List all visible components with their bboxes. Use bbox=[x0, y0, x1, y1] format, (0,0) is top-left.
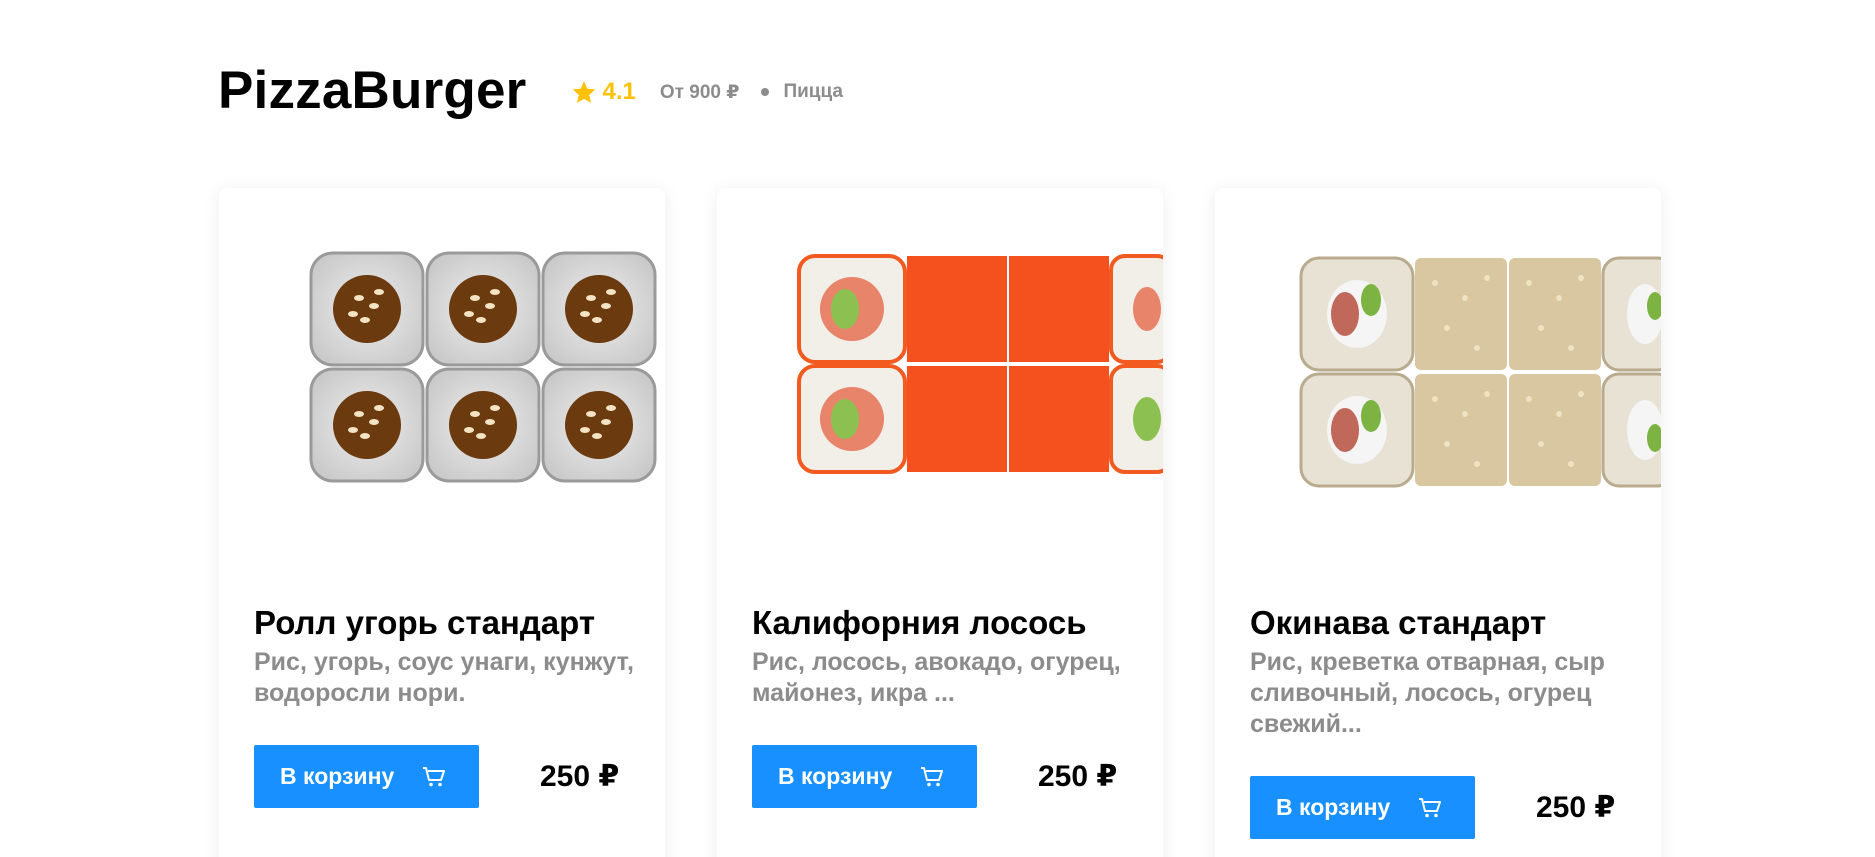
add-to-cart-label: В корзину bbox=[280, 763, 395, 789]
product-card: Окинава стандарт Рис, креветка отварная,… bbox=[1215, 188, 1661, 857]
add-to-cart-button[interactable]: В корзину bbox=[254, 745, 479, 808]
page: PizzaBurger 4.1 От 900 ₽ Пицца Ролл угор… bbox=[0, 0, 1875, 857]
product-price: 250 ₽ bbox=[540, 760, 620, 793]
california-roll-illustration bbox=[797, 254, 1163, 474]
okinawa-roll-image bbox=[1215, 188, 1661, 573]
okinawa-roll-illustration bbox=[1299, 256, 1661, 488]
rating: 4.1 bbox=[571, 78, 636, 106]
shopping-cart-icon bbox=[921, 766, 944, 786]
separator-dot bbox=[761, 88, 770, 96]
star-icon bbox=[572, 81, 595, 103]
product-title: Окинава стандарт bbox=[1250, 604, 1547, 641]
card-body: Ролл угорь стандарт Рис, угорь, соус уна… bbox=[254, 603, 654, 808]
rating-value: 4.1 bbox=[602, 78, 636, 105]
shopping-cart-icon bbox=[1419, 797, 1442, 817]
product-description: Рис, креветка отварная, сыр сливочный, л… bbox=[1250, 648, 1605, 738]
restaurant-title: PizzaBurger bbox=[218, 60, 527, 120]
card-footer: В корзину 250 ₽ bbox=[752, 745, 1152, 808]
card-body: Калифорния лосось Рис, лосось, авокадо, … bbox=[752, 603, 1152, 808]
card-body: Окинава стандарт Рис, креветка отварная,… bbox=[1250, 603, 1650, 839]
product-title: Калифорния лосось bbox=[752, 604, 1087, 641]
product-title: Ролл угорь стандарт bbox=[254, 604, 596, 641]
add-to-cart-button[interactable]: В корзину bbox=[752, 745, 977, 808]
restaurant-meta: 4.1 От 900 ₽ Пицца bbox=[571, 78, 843, 106]
restaurant-header: PizzaBurger 4.1 От 900 ₽ Пицца bbox=[218, 58, 843, 122]
price-from: От 900 ₽ bbox=[659, 81, 740, 103]
add-to-cart-button[interactable]: В корзину bbox=[1250, 776, 1475, 839]
eel-roll-illustration bbox=[309, 251, 657, 483]
card-footer: В корзину 250 ₽ bbox=[1250, 776, 1650, 839]
restaurant-category: Пицца bbox=[783, 81, 843, 102]
shopping-cart-icon bbox=[423, 766, 446, 786]
product-card: Ролл угорь стандарт Рис, угорь, соус уна… bbox=[219, 188, 665, 857]
product-price: 250 ₽ bbox=[1536, 791, 1616, 824]
product-price: 250 ₽ bbox=[1038, 760, 1118, 793]
product-description: Рис, лосось, авокадо, огурец, майонез, и… bbox=[752, 648, 1121, 707]
product-card: Калифорния лосось Рис, лосось, авокадо, … bbox=[717, 188, 1163, 857]
add-to-cart-label: В корзину bbox=[778, 763, 893, 789]
product-description: Рис, угорь, соус унаги, кунжут, водоросл… bbox=[254, 648, 634, 707]
product-cards: Ролл угорь стандарт Рис, угорь, соус уна… bbox=[219, 188, 1661, 857]
eel-roll-image bbox=[219, 188, 665, 573]
card-footer: В корзину 250 ₽ bbox=[254, 745, 654, 808]
add-to-cart-label: В корзину bbox=[1276, 794, 1391, 820]
california-salmon-roll-image bbox=[717, 188, 1163, 573]
